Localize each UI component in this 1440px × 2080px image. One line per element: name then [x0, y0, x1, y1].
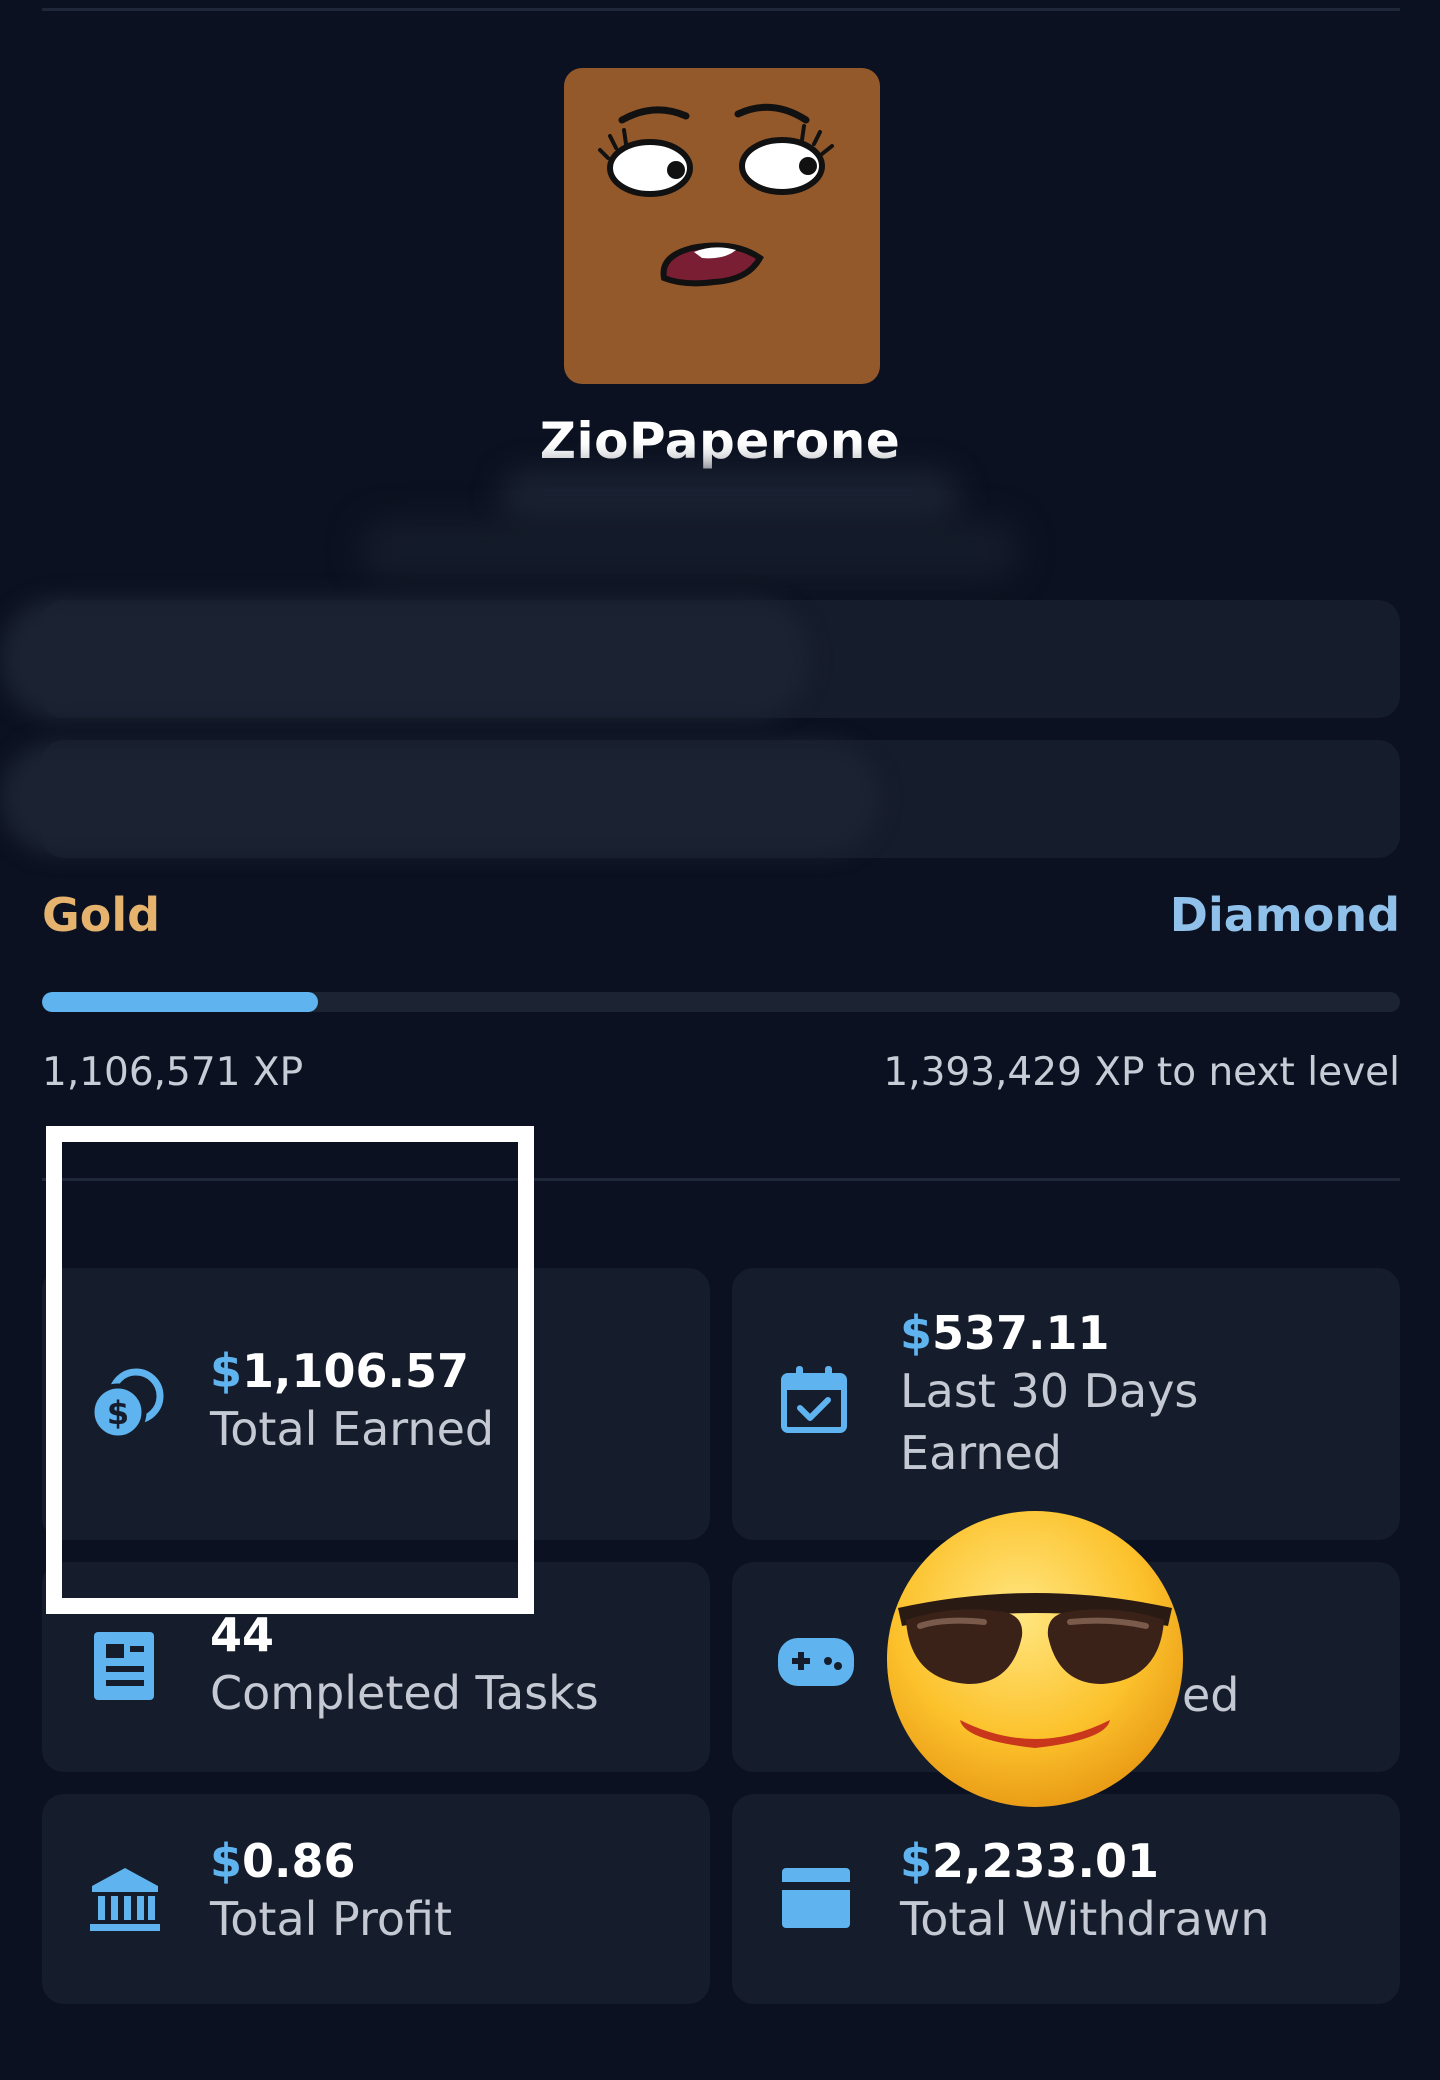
completed-tasks-label: Completed Tasks [210, 1666, 599, 1720]
gamepad-icon [778, 1638, 854, 1686]
games-label-fragment: ed [1182, 1668, 1240, 1722]
stat-card-total-withdrawn: $2,233.01 Total Withdrawn [732, 1794, 1400, 2004]
total-profit-label: Total Profit [210, 1892, 453, 1946]
redacted-blur [360, 520, 1020, 580]
clipboard-icon [94, 1632, 154, 1700]
highlight-annotation-box [46, 1126, 534, 1614]
bank-icon [90, 1868, 160, 1931]
credit-card-icon [782, 1868, 850, 1928]
next-rank-label: Diamond [1169, 888, 1400, 942]
total-profit-value: $0.86 [210, 1834, 356, 1888]
current-rank-label: Gold [42, 888, 161, 942]
calendar-check-icon [781, 1366, 847, 1433]
total-withdrawn-value: $2,233.01 [900, 1834, 1160, 1888]
cartoon-face-avatar-icon [598, 103, 834, 287]
redaction-smear [0, 742, 880, 854]
stat-card-last-30-days: $537.11 Last 30 Days Earned [732, 1268, 1400, 1540]
profile-avatar[interactable] [564, 68, 880, 384]
sunglasses-emoji-icon [887, 1511, 1183, 1807]
last-30-days-label-line1: Last 30 Days [900, 1364, 1199, 1418]
xp-progress-bar [42, 992, 1400, 1012]
total-withdrawn-label: Total Withdrawn [900, 1892, 1270, 1946]
last-30-days-label-line2: Earned [900, 1426, 1063, 1480]
last-30-days-value: $537.11 [900, 1306, 1110, 1360]
top-divider [42, 8, 1400, 11]
xp-progress-fill [42, 992, 318, 1012]
username: ZioPaperone [539, 412, 901, 470]
current-xp: 1,106,571 XP [42, 1050, 304, 1095]
completed-tasks-value: 44 [210, 1608, 275, 1662]
stat-card-total-profit: $0.86 Total Profit [42, 1794, 710, 2004]
redaction-smear [0, 598, 810, 720]
xp-to-next-level: 1,393,429 XP to next level [883, 1050, 1400, 1095]
